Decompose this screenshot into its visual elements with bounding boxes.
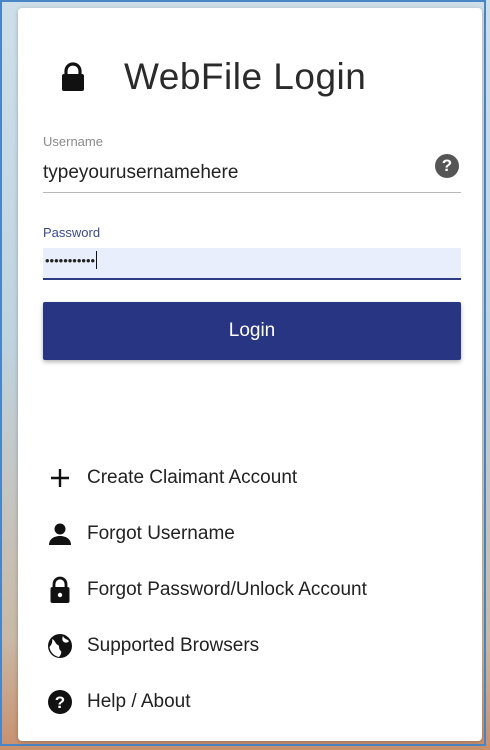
password-input[interactable]: ••••••••••• <box>43 248 461 280</box>
password-masked-value: ••••••••••• <box>45 251 98 269</box>
page-title: WebFile Login <box>124 56 367 97</box>
plus-icon <box>45 463 75 493</box>
password-field[interactable]: Password ••••••••••• <box>43 225 461 280</box>
username-label: Username <box>43 134 103 149</box>
lock-icon <box>62 62 84 91</box>
username-underline <box>43 192 461 193</box>
link-label: Forgot Password/Unlock Account <box>87 579 367 600</box>
username-input[interactable]: typeyourusernamehere <box>43 162 461 184</box>
link-label: Supported Browsers <box>87 635 260 656</box>
help-icon[interactable]: ? <box>435 154 459 178</box>
lock-icon <box>45 575 75 605</box>
forgot-password-link[interactable]: Forgot Password/Unlock Account <box>45 562 367 618</box>
login-card: WebFile Login Username typeyourusernameh… <box>18 8 482 741</box>
question-icon: ? <box>45 687 75 717</box>
globe-icon <box>45 631 75 661</box>
title-row: WebFile Login <box>60 52 366 102</box>
svg-text:?: ? <box>55 693 65 712</box>
create-claimant-account-link[interactable]: Create Claimant Account <box>45 450 367 506</box>
password-label: Password <box>43 225 101 240</box>
login-button[interactable]: Login <box>43 302 461 360</box>
link-label: Help / About <box>87 691 191 712</box>
supported-browsers-link[interactable]: Supported Browsers <box>45 618 367 674</box>
person-icon <box>45 519 75 549</box>
links-list: Create Claimant Account Forgot Username … <box>45 450 367 730</box>
text-caret <box>96 251 98 269</box>
link-label: Create Claimant Account <box>87 467 298 488</box>
help-about-link[interactable]: ? Help / About <box>45 674 367 730</box>
link-label: Forgot Username <box>87 523 235 544</box>
username-field[interactable]: Username typeyourusernamehere ? <box>43 134 461 193</box>
forgot-username-link[interactable]: Forgot Username <box>45 506 367 562</box>
